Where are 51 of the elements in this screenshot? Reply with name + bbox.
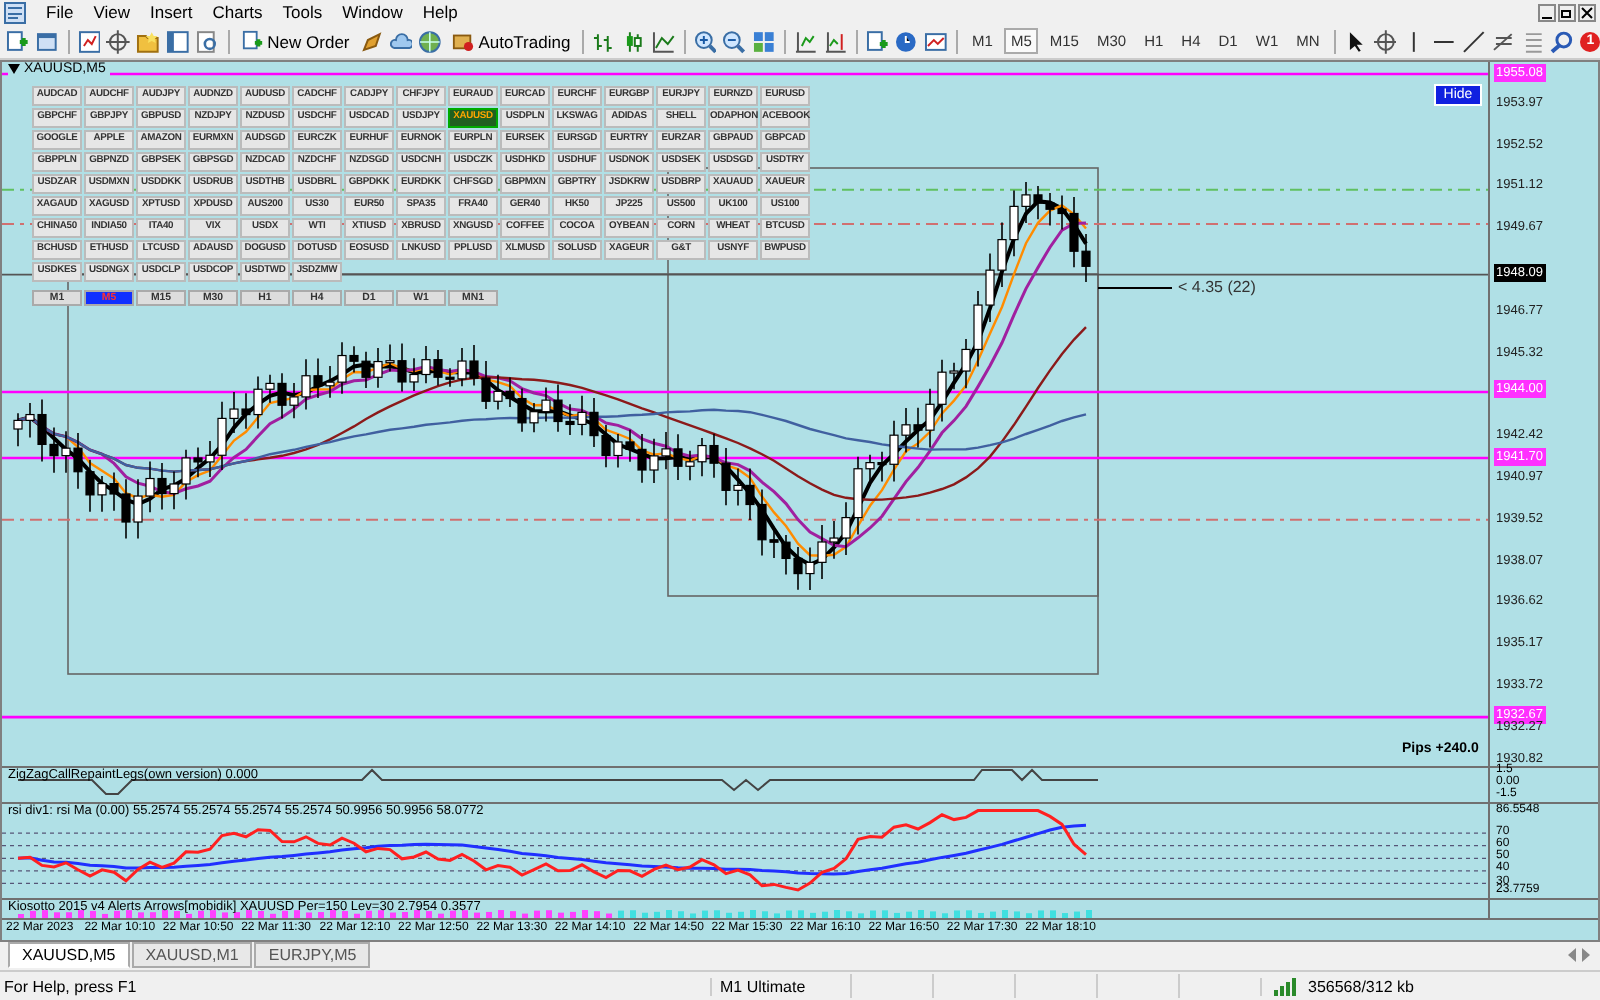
chart-tab[interactable]: EURJPY,M5: [254, 942, 371, 969]
menu-item[interactable]: Insert: [149, 2, 193, 23]
briefcase-icon: [452, 30, 475, 53]
template-icon[interactable]: [924, 29, 949, 54]
menu-item[interactable]: Charts: [212, 2, 263, 23]
add-indicator-icon[interactable]: [865, 29, 889, 54]
candlestick-icon[interactable]: [621, 29, 646, 54]
clock-icon[interactable]: [894, 29, 919, 54]
minimize-icon[interactable]: [1538, 3, 1556, 22]
status-text: M1 Ultimate: [710, 977, 850, 996]
measure-label: < 4.35 (22): [1178, 277, 1256, 295]
caret-icon[interactable]: [8, 63, 20, 73]
scroll-right-icon[interactable]: [1580, 948, 1592, 963]
autotrading-button[interactable]: AutoTrading: [448, 27, 575, 56]
magnifier-document-icon[interactable]: [195, 29, 220, 54]
chart-shift-icon[interactable]: [823, 29, 848, 54]
traffic-text: 356568/312 kb: [1308, 977, 1414, 996]
tile-windows-icon[interactable]: [752, 29, 777, 54]
menu-item[interactable]: Tools: [282, 2, 323, 23]
status-text: For Help, press F1: [2, 977, 139, 996]
new-order-button[interactable]: New Order: [237, 27, 354, 56]
pen-icon[interactable]: [359, 29, 384, 54]
connection-bars-icon: [1274, 977, 1302, 996]
globe-icon[interactable]: [418, 29, 443, 54]
bar-chart-icon[interactable]: [592, 29, 616, 54]
panel-icon[interactable]: [166, 29, 190, 54]
add-document-icon[interactable]: [6, 29, 30, 54]
crosshair-icon[interactable]: [106, 29, 131, 54]
measure-line: [1097, 286, 1173, 288]
trend-line-icon[interactable]: [1462, 29, 1486, 54]
zoom-out-icon[interactable]: [722, 29, 747, 54]
market-watch-icon[interactable]: [77, 29, 101, 54]
crosshair-icon[interactable]: [1373, 29, 1397, 54]
menu-item[interactable]: Window: [342, 2, 403, 23]
window-icon[interactable]: [35, 29, 60, 54]
app-icon[interactable]: [4, 1, 26, 24]
autoscroll-icon[interactable]: [794, 29, 818, 54]
chart-tab[interactable]: XAUUSD,M1: [131, 942, 253, 969]
chart-tab[interactable]: XAUUSD,M5: [8, 942, 130, 969]
scroll-left-icon[interactable]: [1566, 948, 1578, 963]
add-document-icon: [241, 30, 264, 53]
menu-item[interactable]: File: [46, 2, 74, 23]
close-icon[interactable]: [1578, 3, 1596, 22]
zoom-in-icon[interactable]: [693, 29, 717, 54]
cloud-icon[interactable]: [389, 29, 413, 54]
folder-star-icon[interactable]: [136, 29, 161, 54]
menu-item[interactable]: View: [93, 2, 130, 23]
line-chart-icon[interactable]: [651, 29, 676, 54]
menu-item[interactable]: Help: [422, 2, 458, 23]
search-icon[interactable]: [1550, 29, 1575, 54]
restore-icon[interactable]: [1558, 3, 1576, 22]
